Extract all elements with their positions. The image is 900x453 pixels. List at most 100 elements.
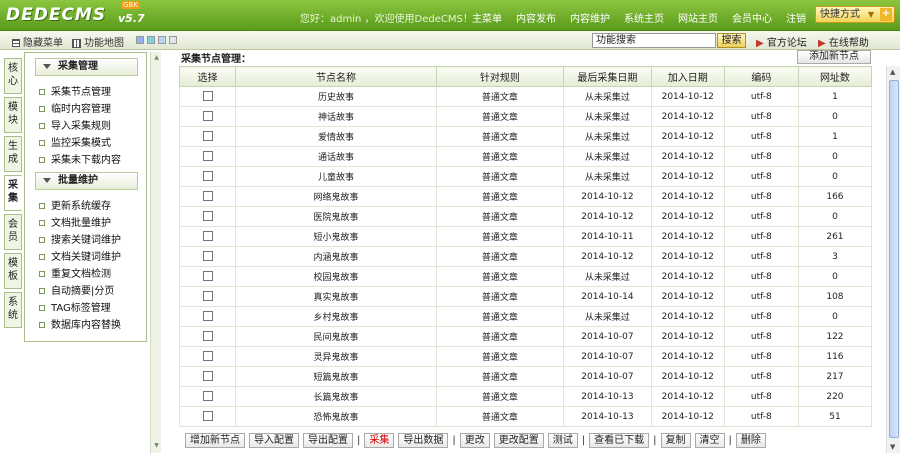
node-name-cell[interactable]: 短篇鬼故事 bbox=[235, 366, 437, 387]
tab-generate[interactable]: 生成 bbox=[4, 136, 22, 172]
node-name-cell[interactable]: 灵异鬼故事 bbox=[235, 346, 437, 367]
hide-menu-button[interactable]: 隐藏菜单 bbox=[12, 34, 63, 49]
node-name-cell[interactable]: 爱情故事 bbox=[235, 126, 437, 147]
node-name-cell[interactable]: 历史故事 bbox=[235, 86, 437, 107]
row-checkbox[interactable] bbox=[202, 171, 213, 182]
added-date-cell: 2014-10-12 bbox=[650, 86, 725, 107]
menu-item[interactable]: 重复文档检测 bbox=[39, 265, 111, 280]
theme-swatch-cyan[interactable] bbox=[147, 36, 155, 44]
node-name-cell[interactable]: 网络鬼故事 bbox=[235, 186, 437, 207]
node-name-cell[interactable]: 校园鬼故事 bbox=[235, 266, 437, 287]
nav-main-menu[interactable]: 主菜单 bbox=[472, 10, 502, 25]
action-button[interactable]: 删除 bbox=[735, 432, 766, 448]
action-button[interactable]: 测试 bbox=[547, 432, 578, 448]
search-button[interactable]: 搜索 bbox=[717, 33, 746, 48]
theme-swatch-lightblue[interactable] bbox=[158, 36, 166, 44]
nav-system-home[interactable]: 系统主页 bbox=[624, 10, 664, 25]
node-name-cell[interactable]: 民间鬼故事 bbox=[235, 326, 437, 347]
row-checkbox[interactable] bbox=[202, 271, 213, 282]
nav-maintain[interactable]: 内容维护 bbox=[570, 10, 610, 25]
menu-item[interactable]: 自动摘要|分页 bbox=[39, 282, 114, 297]
scroll-up-icon[interactable]: ▲ bbox=[152, 54, 161, 63]
tab-collect[interactable]: 采集 bbox=[4, 175, 22, 211]
row-checkbox[interactable] bbox=[202, 131, 213, 142]
quick-links-dropdown[interactable]: 快捷方式 ▼ + bbox=[815, 6, 895, 23]
menu-item[interactable]: 采集未下载内容 bbox=[39, 151, 121, 166]
nav-member-center[interactable]: 会员中心 bbox=[732, 10, 772, 25]
action-button[interactable]: 复制 bbox=[660, 432, 691, 448]
tab-modules[interactable]: 模块 bbox=[4, 97, 22, 133]
tab-templates[interactable]: 模板 bbox=[4, 253, 22, 289]
added-date-cell: 2014-10-12 bbox=[650, 226, 725, 247]
node-name-cell[interactable]: 通话故事 bbox=[235, 146, 437, 167]
menu-item[interactable]: 数据库内容替换 bbox=[39, 316, 121, 331]
theme-swatch-blue[interactable] bbox=[136, 36, 144, 44]
node-name-cell[interactable]: 医院鬼故事 bbox=[235, 206, 437, 227]
row-checkbox[interactable] bbox=[202, 391, 213, 402]
nav-site-home[interactable]: 网站主页 bbox=[678, 10, 718, 25]
menu-item[interactable]: 文档关键词维护 bbox=[39, 248, 121, 263]
row-checkbox[interactable] bbox=[202, 371, 213, 382]
sidebar-scrollbar[interactable]: ▲ ▼ bbox=[150, 52, 161, 453]
encoding-cell: utf-8 bbox=[723, 366, 799, 387]
menu-group-batch[interactable]: 批量维护 bbox=[35, 172, 138, 190]
scroll-up-icon[interactable]: ▲ bbox=[890, 68, 895, 76]
menu-item[interactable]: TAG标签管理 bbox=[39, 299, 111, 314]
menu-item[interactable]: 更新系统缓存 bbox=[39, 197, 111, 212]
row-checkbox[interactable] bbox=[202, 251, 213, 262]
action-button[interactable]: 导出数据 bbox=[398, 432, 449, 448]
action-button[interactable]: 查看已下载 bbox=[589, 432, 650, 448]
row-checkbox[interactable] bbox=[202, 351, 213, 362]
menu-item[interactable]: 采集节点管理 bbox=[39, 83, 111, 98]
action-button[interactable]: 更改配置 bbox=[493, 432, 544, 448]
row-checkbox[interactable] bbox=[202, 411, 213, 422]
row-checkbox[interactable] bbox=[202, 231, 213, 242]
menu-item[interactable]: 文档批量维护 bbox=[39, 214, 111, 229]
node-name-cell[interactable]: 内涵鬼故事 bbox=[235, 246, 437, 267]
action-button[interactable]: 更改 bbox=[459, 432, 490, 448]
row-checkbox[interactable] bbox=[202, 331, 213, 342]
select-cell bbox=[178, 226, 237, 247]
help-link[interactable]: ▶ 在线帮助 bbox=[818, 34, 869, 49]
node-name-cell[interactable]: 长篇鬼故事 bbox=[235, 386, 437, 407]
feature-map-button[interactable]: 功能地图 bbox=[72, 34, 124, 49]
action-button[interactable]: 导入配置 bbox=[249, 432, 299, 448]
add-node-button[interactable]: 添加新节点 bbox=[797, 50, 871, 64]
row-checkbox[interactable] bbox=[202, 151, 213, 162]
forum-link[interactable]: ▶ 官方论坛 bbox=[756, 34, 807, 49]
menu-group-collect[interactable]: 采集管理 bbox=[35, 58, 138, 76]
action-button[interactable]: 清空 bbox=[694, 432, 725, 448]
row-checkbox[interactable] bbox=[202, 191, 213, 202]
node-name-cell[interactable]: 儿童故事 bbox=[235, 166, 437, 187]
action-button[interactable]: 导出配置 bbox=[303, 432, 353, 448]
row-checkbox[interactable] bbox=[202, 211, 213, 222]
theme-swatch-gray[interactable] bbox=[169, 36, 177, 44]
node-name-cell[interactable]: 恐怖鬼故事 bbox=[235, 406, 437, 427]
row-checkbox[interactable] bbox=[202, 291, 213, 302]
nav-publish[interactable]: 内容发布 bbox=[516, 10, 556, 25]
scroll-thumb[interactable] bbox=[889, 80, 899, 438]
menu-item[interactable]: 导入采集规则 bbox=[39, 117, 111, 132]
add-quick-link-button[interactable]: + bbox=[880, 8, 892, 21]
row-checkbox[interactable] bbox=[202, 311, 213, 322]
menu-item[interactable]: 监控采集模式 bbox=[39, 134, 111, 149]
node-name-cell[interactable]: 乡村鬼故事 bbox=[235, 306, 437, 327]
tab-core[interactable]: 核心 bbox=[4, 58, 22, 94]
action-button[interactable]: 采集 bbox=[364, 432, 395, 448]
tab-system[interactable]: 系统 bbox=[4, 292, 22, 328]
scroll-down-icon[interactable]: ▼ bbox=[152, 442, 161, 451]
row-checkbox[interactable] bbox=[202, 111, 213, 122]
nav-logout[interactable]: 注销 bbox=[786, 10, 806, 25]
menu-item[interactable]: 搜索关键词维护 bbox=[39, 231, 121, 246]
main-scrollbar[interactable]: ▲ ▼ bbox=[886, 66, 900, 453]
menu-item[interactable]: 临时内容管理 bbox=[39, 100, 111, 115]
node-name-cell[interactable]: 神话故事 bbox=[235, 106, 437, 127]
node-name-cell[interactable]: 短小鬼故事 bbox=[235, 226, 437, 247]
tab-templates-label: 模板 bbox=[8, 258, 18, 282]
scroll-down-icon[interactable]: ▼ bbox=[890, 443, 895, 451]
search-input[interactable]: 功能搜索 bbox=[592, 33, 716, 48]
tab-members[interactable]: 会员 bbox=[4, 214, 22, 250]
node-name-cell[interactable]: 真实鬼故事 bbox=[235, 286, 437, 307]
action-button[interactable]: 增加新节点 bbox=[185, 432, 245, 448]
row-checkbox[interactable] bbox=[202, 91, 213, 102]
